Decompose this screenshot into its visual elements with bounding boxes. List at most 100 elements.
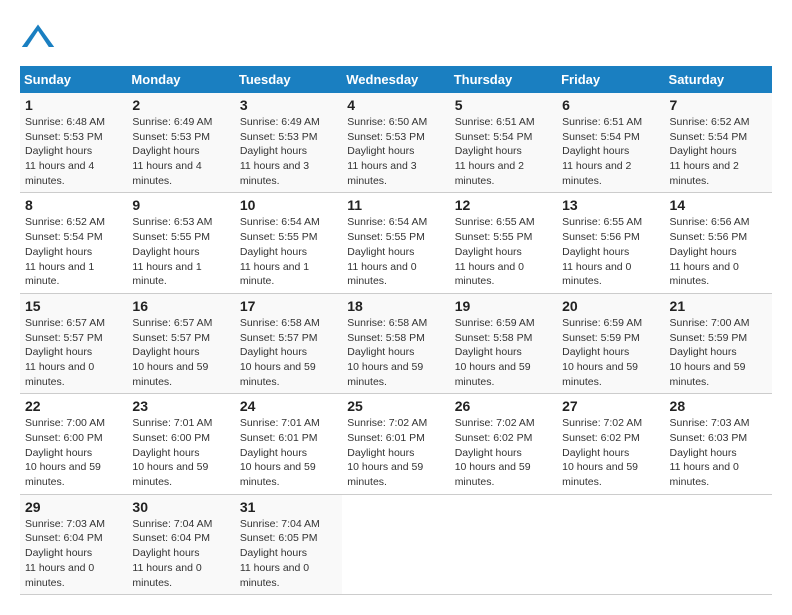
day-number: 26: [455, 398, 552, 414]
day-number: 9: [132, 197, 229, 213]
calendar-cell: 7 Sunrise: 6:52 AM Sunset: 5:54 PM Dayli…: [665, 93, 772, 193]
weekday-header: Tuesday: [235, 66, 342, 93]
day-number: 12: [455, 197, 552, 213]
calendar-cell: 19 Sunrise: 6:59 AM Sunset: 5:58 PM Dayl…: [450, 293, 557, 393]
calendar-cell: 21 Sunrise: 7:00 AM Sunset: 5:59 PM Dayl…: [665, 293, 772, 393]
calendar-cell: 24 Sunrise: 7:01 AM Sunset: 6:01 PM Dayl…: [235, 394, 342, 494]
day-info: Sunrise: 6:48 AM Sunset: 5:53 PM Dayligh…: [25, 115, 122, 188]
day-info: Sunrise: 6:54 AM Sunset: 5:55 PM Dayligh…: [347, 215, 444, 288]
day-number: 18: [347, 298, 444, 314]
day-number: 10: [240, 197, 337, 213]
day-number: 16: [132, 298, 229, 314]
day-number: 15: [25, 298, 122, 314]
day-number: 13: [562, 197, 659, 213]
day-number: 25: [347, 398, 444, 414]
day-info: Sunrise: 6:58 AM Sunset: 5:58 PM Dayligh…: [347, 316, 444, 389]
page-header: [20, 20, 772, 56]
day-info: Sunrise: 6:52 AM Sunset: 5:54 PM Dayligh…: [25, 215, 122, 288]
day-info: Sunrise: 6:55 AM Sunset: 5:55 PM Dayligh…: [455, 215, 552, 288]
day-number: 7: [670, 97, 767, 113]
day-info: Sunrise: 7:03 AM Sunset: 6:03 PM Dayligh…: [670, 416, 767, 489]
day-info: Sunrise: 7:02 AM Sunset: 6:02 PM Dayligh…: [455, 416, 552, 489]
calendar-cell: 26 Sunrise: 7:02 AM Sunset: 6:02 PM Dayl…: [450, 394, 557, 494]
day-number: 27: [562, 398, 659, 414]
calendar-cell: 27 Sunrise: 7:02 AM Sunset: 6:02 PM Dayl…: [557, 394, 664, 494]
day-info: Sunrise: 7:02 AM Sunset: 6:01 PM Dayligh…: [347, 416, 444, 489]
day-number: 11: [347, 197, 444, 213]
day-info: Sunrise: 6:49 AM Sunset: 5:53 PM Dayligh…: [240, 115, 337, 188]
calendar-cell: 28 Sunrise: 7:03 AM Sunset: 6:03 PM Dayl…: [665, 394, 772, 494]
day-info: Sunrise: 7:02 AM Sunset: 6:02 PM Dayligh…: [562, 416, 659, 489]
calendar-cell: 16 Sunrise: 6:57 AM Sunset: 5:57 PM Dayl…: [127, 293, 234, 393]
day-info: Sunrise: 6:58 AM Sunset: 5:57 PM Dayligh…: [240, 316, 337, 389]
day-info: Sunrise: 6:49 AM Sunset: 5:53 PM Dayligh…: [132, 115, 229, 188]
day-number: 24: [240, 398, 337, 414]
calendar-week-row: 15 Sunrise: 6:57 AM Sunset: 5:57 PM Dayl…: [20, 293, 772, 393]
calendar-cell: 9 Sunrise: 6:53 AM Sunset: 5:55 PM Dayli…: [127, 193, 234, 293]
day-number: 5: [455, 97, 552, 113]
calendar-cell: 2 Sunrise: 6:49 AM Sunset: 5:53 PM Dayli…: [127, 93, 234, 193]
day-number: 1: [25, 97, 122, 113]
weekday-header: Friday: [557, 66, 664, 93]
calendar-cell: 30 Sunrise: 7:04 AM Sunset: 6:04 PM Dayl…: [127, 494, 234, 594]
calendar-header: SundayMondayTuesdayWednesdayThursdayFrid…: [20, 66, 772, 93]
day-number: 14: [670, 197, 767, 213]
day-info: Sunrise: 7:00 AM Sunset: 6:00 PM Dayligh…: [25, 416, 122, 489]
logo-icon: [20, 20, 56, 56]
day-info: Sunrise: 7:04 AM Sunset: 6:04 PM Dayligh…: [132, 517, 229, 590]
calendar-cell: 31 Sunrise: 7:04 AM Sunset: 6:05 PM Dayl…: [235, 494, 342, 594]
day-info: Sunrise: 6:53 AM Sunset: 5:55 PM Dayligh…: [132, 215, 229, 288]
day-info: Sunrise: 7:04 AM Sunset: 6:05 PM Dayligh…: [240, 517, 337, 590]
day-info: Sunrise: 6:54 AM Sunset: 5:55 PM Dayligh…: [240, 215, 337, 288]
calendar-cell: 4 Sunrise: 6:50 AM Sunset: 5:53 PM Dayli…: [342, 93, 449, 193]
weekday-header: Monday: [127, 66, 234, 93]
day-number: 3: [240, 97, 337, 113]
day-info: Sunrise: 6:57 AM Sunset: 5:57 PM Dayligh…: [132, 316, 229, 389]
calendar-cell: [342, 494, 449, 594]
day-number: 8: [25, 197, 122, 213]
calendar-cell: 23 Sunrise: 7:01 AM Sunset: 6:00 PM Dayl…: [127, 394, 234, 494]
day-number: 29: [25, 499, 122, 515]
day-number: 28: [670, 398, 767, 414]
calendar-cell: 11 Sunrise: 6:54 AM Sunset: 5:55 PM Dayl…: [342, 193, 449, 293]
calendar-body: 1 Sunrise: 6:48 AM Sunset: 5:53 PM Dayli…: [20, 93, 772, 595]
calendar-cell: 12 Sunrise: 6:55 AM Sunset: 5:55 PM Dayl…: [450, 193, 557, 293]
day-number: 2: [132, 97, 229, 113]
day-info: Sunrise: 6:57 AM Sunset: 5:57 PM Dayligh…: [25, 316, 122, 389]
day-info: Sunrise: 6:59 AM Sunset: 5:59 PM Dayligh…: [562, 316, 659, 389]
day-info: Sunrise: 6:55 AM Sunset: 5:56 PM Dayligh…: [562, 215, 659, 288]
logo: [20, 20, 60, 56]
day-info: Sunrise: 7:03 AM Sunset: 6:04 PM Dayligh…: [25, 517, 122, 590]
calendar-cell: [665, 494, 772, 594]
calendar-cell: 22 Sunrise: 7:00 AM Sunset: 6:00 PM Dayl…: [20, 394, 127, 494]
day-info: Sunrise: 6:51 AM Sunset: 5:54 PM Dayligh…: [562, 115, 659, 188]
day-number: 19: [455, 298, 552, 314]
day-info: Sunrise: 6:59 AM Sunset: 5:58 PM Dayligh…: [455, 316, 552, 389]
calendar-cell: 10 Sunrise: 6:54 AM Sunset: 5:55 PM Dayl…: [235, 193, 342, 293]
day-number: 4: [347, 97, 444, 113]
day-number: 17: [240, 298, 337, 314]
day-info: Sunrise: 6:50 AM Sunset: 5:53 PM Dayligh…: [347, 115, 444, 188]
day-number: 21: [670, 298, 767, 314]
day-info: Sunrise: 7:01 AM Sunset: 6:00 PM Dayligh…: [132, 416, 229, 489]
calendar-week-row: 1 Sunrise: 6:48 AM Sunset: 5:53 PM Dayli…: [20, 93, 772, 193]
day-number: 22: [25, 398, 122, 414]
day-number: 23: [132, 398, 229, 414]
weekday-row: SundayMondayTuesdayWednesdayThursdayFrid…: [20, 66, 772, 93]
day-number: 20: [562, 298, 659, 314]
weekday-header: Wednesday: [342, 66, 449, 93]
calendar-cell: 15 Sunrise: 6:57 AM Sunset: 5:57 PM Dayl…: [20, 293, 127, 393]
calendar-week-row: 22 Sunrise: 7:00 AM Sunset: 6:00 PM Dayl…: [20, 394, 772, 494]
day-info: Sunrise: 7:00 AM Sunset: 5:59 PM Dayligh…: [670, 316, 767, 389]
day-info: Sunrise: 7:01 AM Sunset: 6:01 PM Dayligh…: [240, 416, 337, 489]
day-number: 31: [240, 499, 337, 515]
calendar-week-row: 8 Sunrise: 6:52 AM Sunset: 5:54 PM Dayli…: [20, 193, 772, 293]
calendar-table: SundayMondayTuesdayWednesdayThursdayFrid…: [20, 66, 772, 595]
calendar-cell: 3 Sunrise: 6:49 AM Sunset: 5:53 PM Dayli…: [235, 93, 342, 193]
calendar-cell: 29 Sunrise: 7:03 AM Sunset: 6:04 PM Dayl…: [20, 494, 127, 594]
calendar-cell: 18 Sunrise: 6:58 AM Sunset: 5:58 PM Dayl…: [342, 293, 449, 393]
calendar-cell: 17 Sunrise: 6:58 AM Sunset: 5:57 PM Dayl…: [235, 293, 342, 393]
calendar-cell: 1 Sunrise: 6:48 AM Sunset: 5:53 PM Dayli…: [20, 93, 127, 193]
day-info: Sunrise: 6:52 AM Sunset: 5:54 PM Dayligh…: [670, 115, 767, 188]
day-number: 6: [562, 97, 659, 113]
